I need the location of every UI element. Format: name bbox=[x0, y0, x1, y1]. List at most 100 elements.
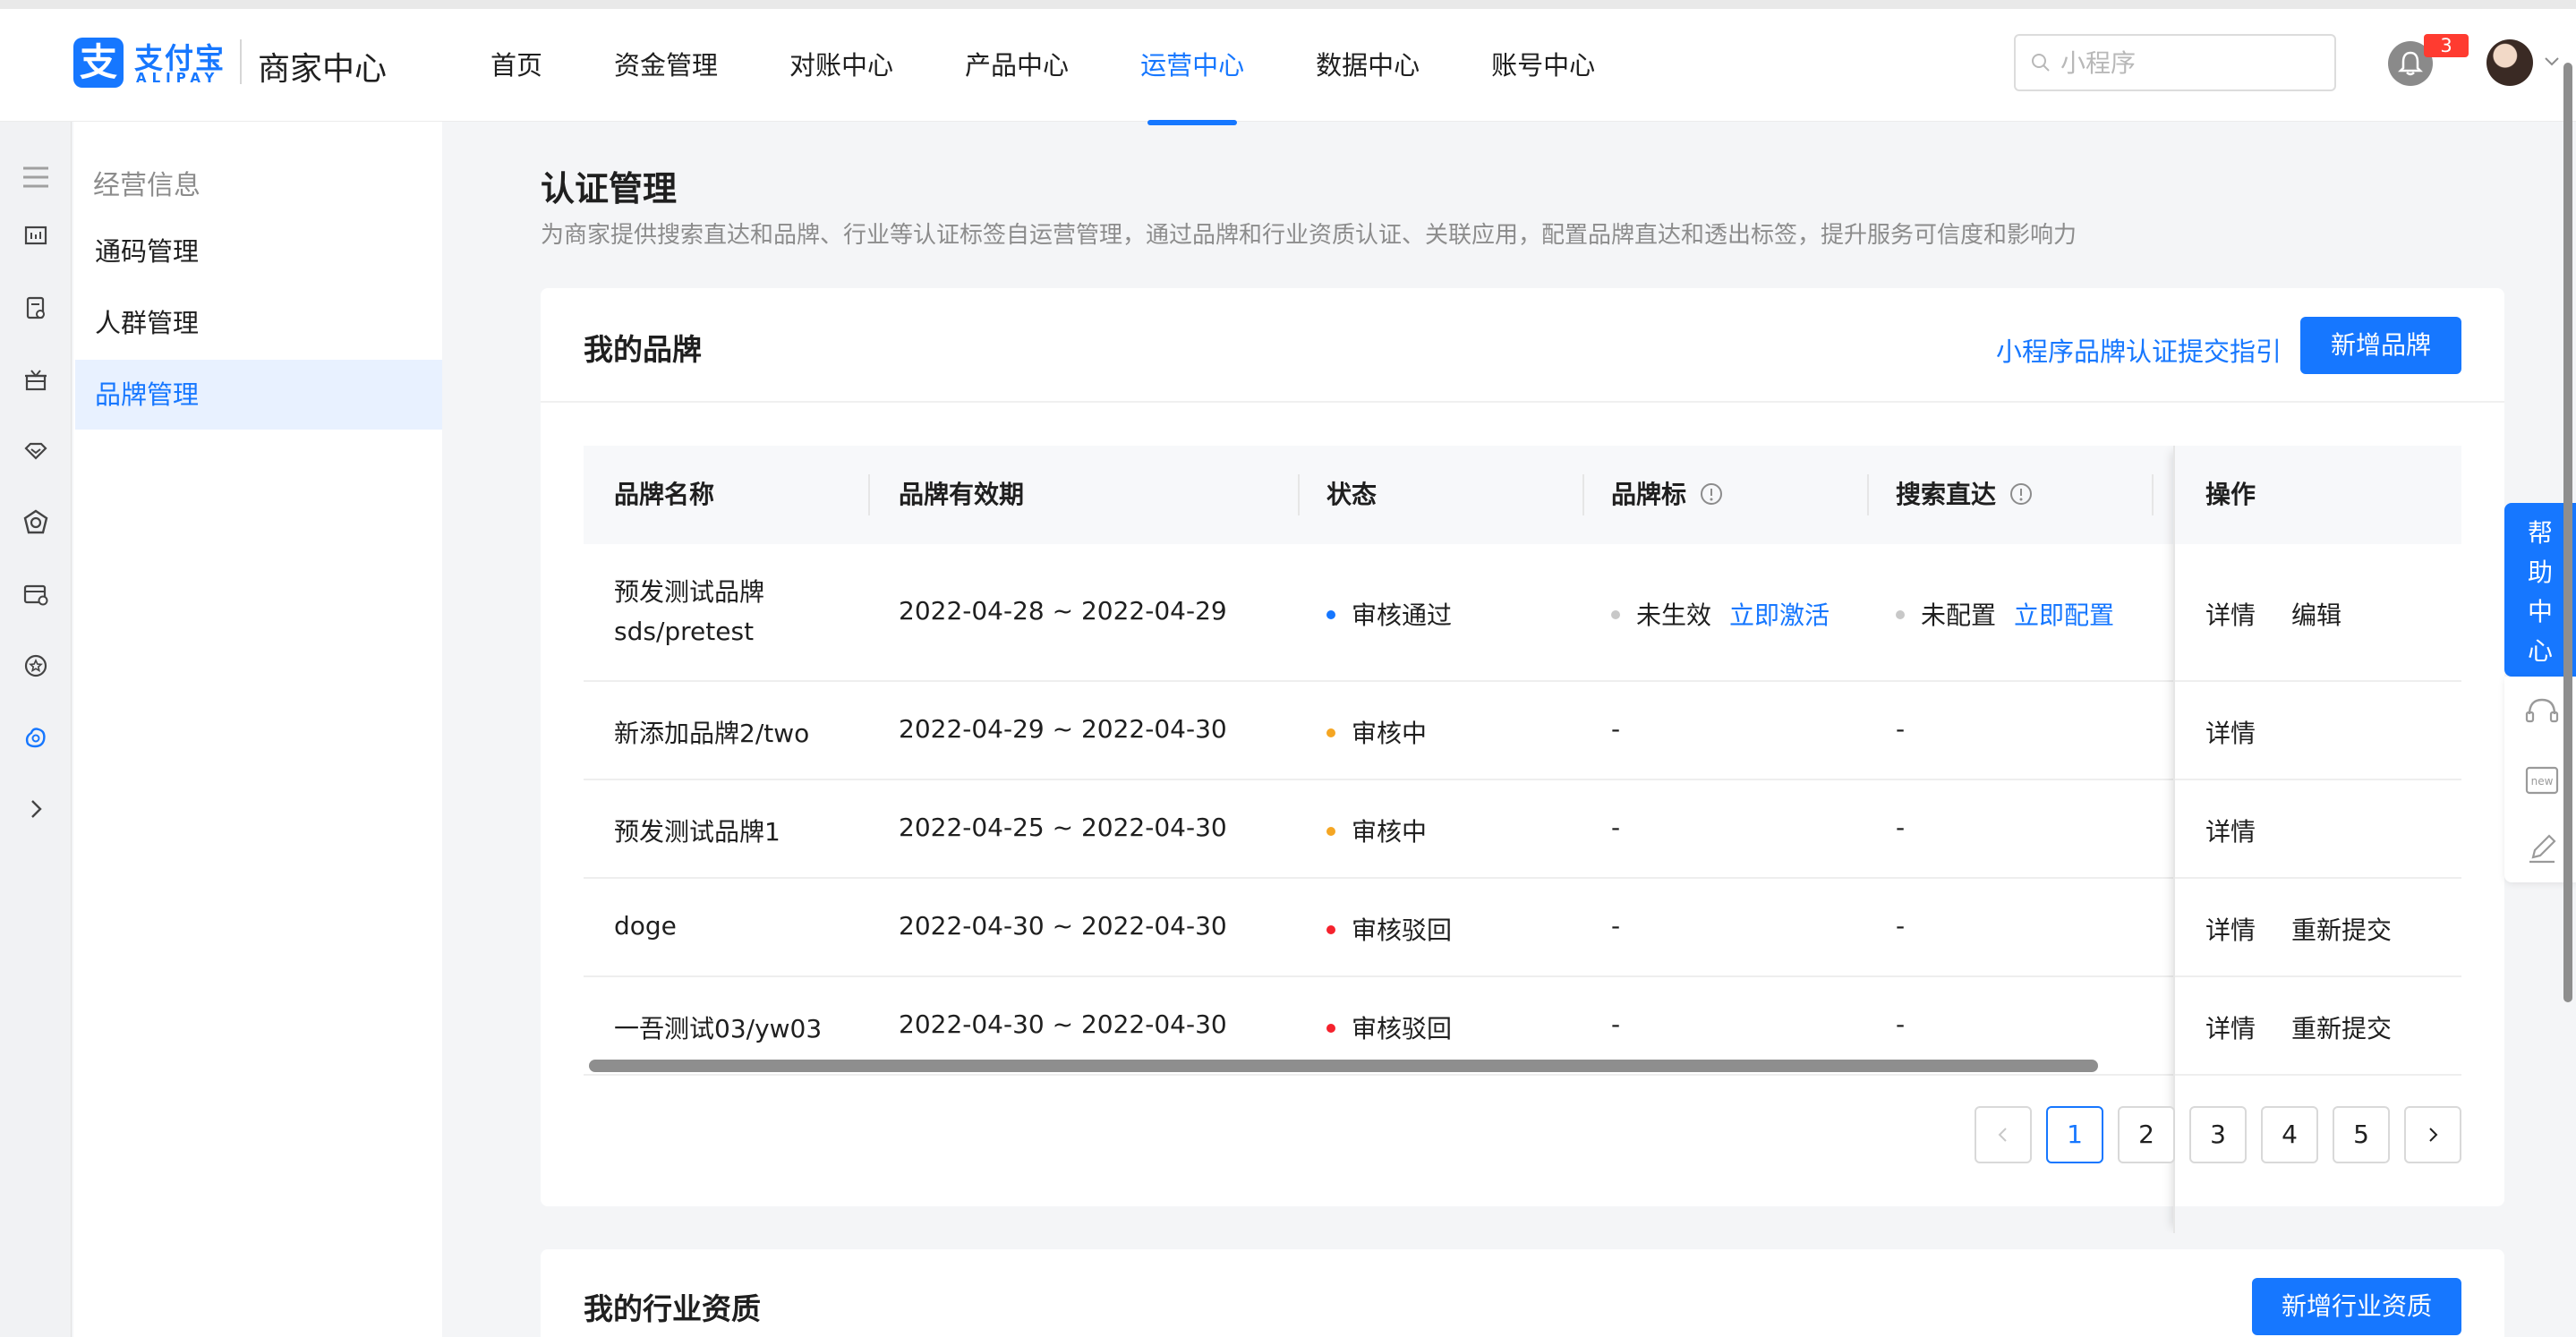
brand-tag-status: - bbox=[1611, 813, 1621, 842]
status-text: 审核中 bbox=[1352, 719, 1428, 748]
column-separator bbox=[1582, 474, 1584, 515]
brand-tag-status: - bbox=[1611, 1009, 1621, 1039]
brand-validity: 2022-04-25 ~ 2022-04-30 bbox=[899, 813, 1227, 842]
card-header-divider bbox=[541, 401, 2504, 403]
nav-products[interactable]: 产品中心 bbox=[965, 45, 1069, 82]
page-button-3[interactable]: 3 bbox=[2189, 1106, 2247, 1163]
column-header-search-direct: 搜索直达 bbox=[1896, 446, 2034, 544]
detail-link[interactable]: 详情 bbox=[2205, 714, 2256, 750]
detail-link[interactable]: 详情 bbox=[2205, 1009, 2256, 1045]
avatar[interactable] bbox=[2486, 39, 2533, 86]
nav-reconciliation[interactable]: 对账中心 bbox=[789, 45, 893, 82]
search-box[interactable] bbox=[2014, 34, 2336, 91]
diamond-icon[interactable] bbox=[21, 437, 50, 465]
nav-data[interactable]: 数据中心 bbox=[1316, 45, 1420, 82]
activate-link[interactable]: 立即激活 bbox=[1729, 600, 1830, 630]
medal-icon[interactable] bbox=[21, 651, 50, 680]
brand-tag-status: 未生效 bbox=[1636, 600, 1712, 630]
document-icon[interactable] bbox=[21, 294, 50, 322]
alipay-logo-icon[interactable]: 支 bbox=[73, 38, 124, 88]
search-direct-cell: 未配置 立即配置 bbox=[1896, 596, 2114, 632]
top-navigation-bar: 支 支付宝 ALIPAY 商家中心 首页 资金管理 对账中心 产品中心 运营中心… bbox=[0, 0, 2576, 125]
brand-name: 预发测试品牌 bbox=[614, 577, 765, 607]
brand-validity: 2022-04-30 ~ 2022-04-30 bbox=[899, 1009, 1227, 1039]
sidebar-item-audience-management[interactable]: 人群管理 bbox=[75, 288, 442, 358]
status-dot bbox=[1896, 610, 1905, 619]
page-button-2[interactable]: 2 bbox=[2118, 1106, 2175, 1163]
status-badge: 审核驳回 bbox=[1326, 911, 1452, 947]
dashboard-icon[interactable] bbox=[21, 222, 50, 251]
brand-guide-link[interactable]: 小程序品牌认证提交指引 bbox=[1996, 331, 2282, 369]
detail-link[interactable]: 详情 bbox=[2205, 813, 2256, 848]
brands-card-title: 我的品牌 bbox=[584, 332, 702, 367]
page-button-1[interactable]: 1 bbox=[2046, 1106, 2103, 1163]
industry-card-title: 我的行业资质 bbox=[584, 1291, 761, 1326]
brand-validity: 2022-04-29 ~ 2022-04-30 bbox=[899, 714, 1227, 744]
brand-validity: 2022-04-30 ~ 2022-04-30 bbox=[899, 911, 1227, 941]
detail-link[interactable]: 详情 bbox=[2205, 911, 2256, 947]
configure-link[interactable]: 立即配置 bbox=[2014, 600, 2114, 630]
brand-name-line2: sds/pretest bbox=[614, 617, 755, 646]
new-feature-icon[interactable]: new bbox=[2524, 762, 2560, 798]
sidebar-section-title: 经营信息 bbox=[93, 170, 200, 201]
prev-page-button[interactable] bbox=[1975, 1106, 2032, 1163]
column-separator bbox=[1298, 474, 1300, 515]
status-text: 审核驳回 bbox=[1352, 1014, 1453, 1043]
horizontal-scrollbar[interactable] bbox=[589, 1060, 2098, 1072]
brand-name: doge bbox=[614, 911, 677, 941]
detail-link[interactable]: 详情 bbox=[2205, 596, 2256, 632]
chevron-down-icon[interactable] bbox=[2542, 52, 2562, 72]
search-direct-header-label: 搜索直达 bbox=[1896, 480, 1997, 509]
brand-name: 预发测试品牌1 bbox=[614, 817, 780, 847]
search-direct-status: - bbox=[1896, 813, 1906, 842]
chevron-right-icon[interactable] bbox=[21, 795, 50, 823]
sidebar-item-code-management[interactable]: 通码管理 bbox=[75, 217, 442, 286]
column-separator bbox=[868, 474, 870, 515]
sidebar-item-brand-management[interactable]: 品牌管理 bbox=[75, 360, 442, 430]
search-direct-status: - bbox=[1896, 1009, 1906, 1039]
app-title: 商家中心 bbox=[258, 51, 388, 88]
info-icon[interactable] bbox=[2009, 481, 2034, 507]
nav-operations[interactable]: 运营中心 bbox=[1140, 45, 1244, 125]
nav-account[interactable]: 账号中心 bbox=[1491, 45, 1595, 82]
resubmit-link[interactable]: 重新提交 bbox=[2291, 911, 2392, 947]
logo-subtext: ALIPAY bbox=[136, 70, 220, 86]
operations-icon[interactable] bbox=[21, 723, 50, 752]
column-header-status: 状态 bbox=[1326, 480, 1378, 509]
page-button-4[interactable]: 4 bbox=[2261, 1106, 2318, 1163]
search-icon bbox=[2032, 54, 2050, 72]
icon-rail bbox=[0, 122, 72, 1337]
column-header-validity: 品牌有效期 bbox=[899, 480, 1025, 509]
feedback-edit-icon[interactable] bbox=[2524, 830, 2560, 866]
status-text: 审核通过 bbox=[1352, 600, 1453, 630]
badge-icon[interactable] bbox=[21, 508, 50, 537]
add-brand-button[interactable]: 新增品牌 bbox=[2300, 317, 2461, 374]
gift-icon[interactable] bbox=[21, 365, 50, 394]
status-dot bbox=[1326, 925, 1335, 934]
resubmit-link[interactable]: 重新提交 bbox=[2291, 1009, 2392, 1045]
nav-funds[interactable]: 资金管理 bbox=[614, 45, 718, 82]
page-button-5[interactable]: 5 bbox=[2333, 1106, 2390, 1163]
add-industry-qualification-button[interactable]: 新增行业资质 bbox=[2252, 1278, 2461, 1335]
nav-home[interactable]: 首页 bbox=[490, 45, 542, 82]
next-page-button[interactable] bbox=[2404, 1106, 2461, 1163]
sub-sidebar: 经营信息 通码管理 人群管理 品牌管理 bbox=[73, 122, 442, 1337]
status-dot bbox=[1326, 827, 1335, 836]
info-icon[interactable] bbox=[1699, 481, 1724, 507]
status-badge: 审核中 bbox=[1326, 714, 1427, 750]
main-nav: 首页 资金管理 对账中心 产品中心 运营中心 数据中心 账号中心 bbox=[490, 45, 1667, 125]
page-description: 为商家提供搜索直达和品牌、行业等认证标签自运营管理，通过品牌和行业资质认证、关联… bbox=[541, 222, 2077, 249]
vertical-scrollbar[interactable] bbox=[2563, 63, 2572, 1002]
status-dot bbox=[1326, 610, 1335, 619]
search-direct-status: - bbox=[1896, 911, 1906, 941]
calendar-card-icon[interactable] bbox=[21, 580, 50, 609]
edit-link[interactable]: 编辑 bbox=[2291, 596, 2341, 632]
brand-validity: 2022-04-28 ~ 2022-04-29 bbox=[899, 596, 1227, 626]
status-badge: 审核中 bbox=[1326, 813, 1427, 848]
customer-service-icon[interactable] bbox=[2524, 694, 2560, 730]
chevron-right-icon bbox=[2429, 1128, 2438, 1142]
column-separator bbox=[1867, 474, 1869, 515]
search-input[interactable] bbox=[2060, 47, 2320, 78]
status-text: 审核中 bbox=[1352, 817, 1428, 847]
menu-icon[interactable] bbox=[21, 163, 50, 192]
